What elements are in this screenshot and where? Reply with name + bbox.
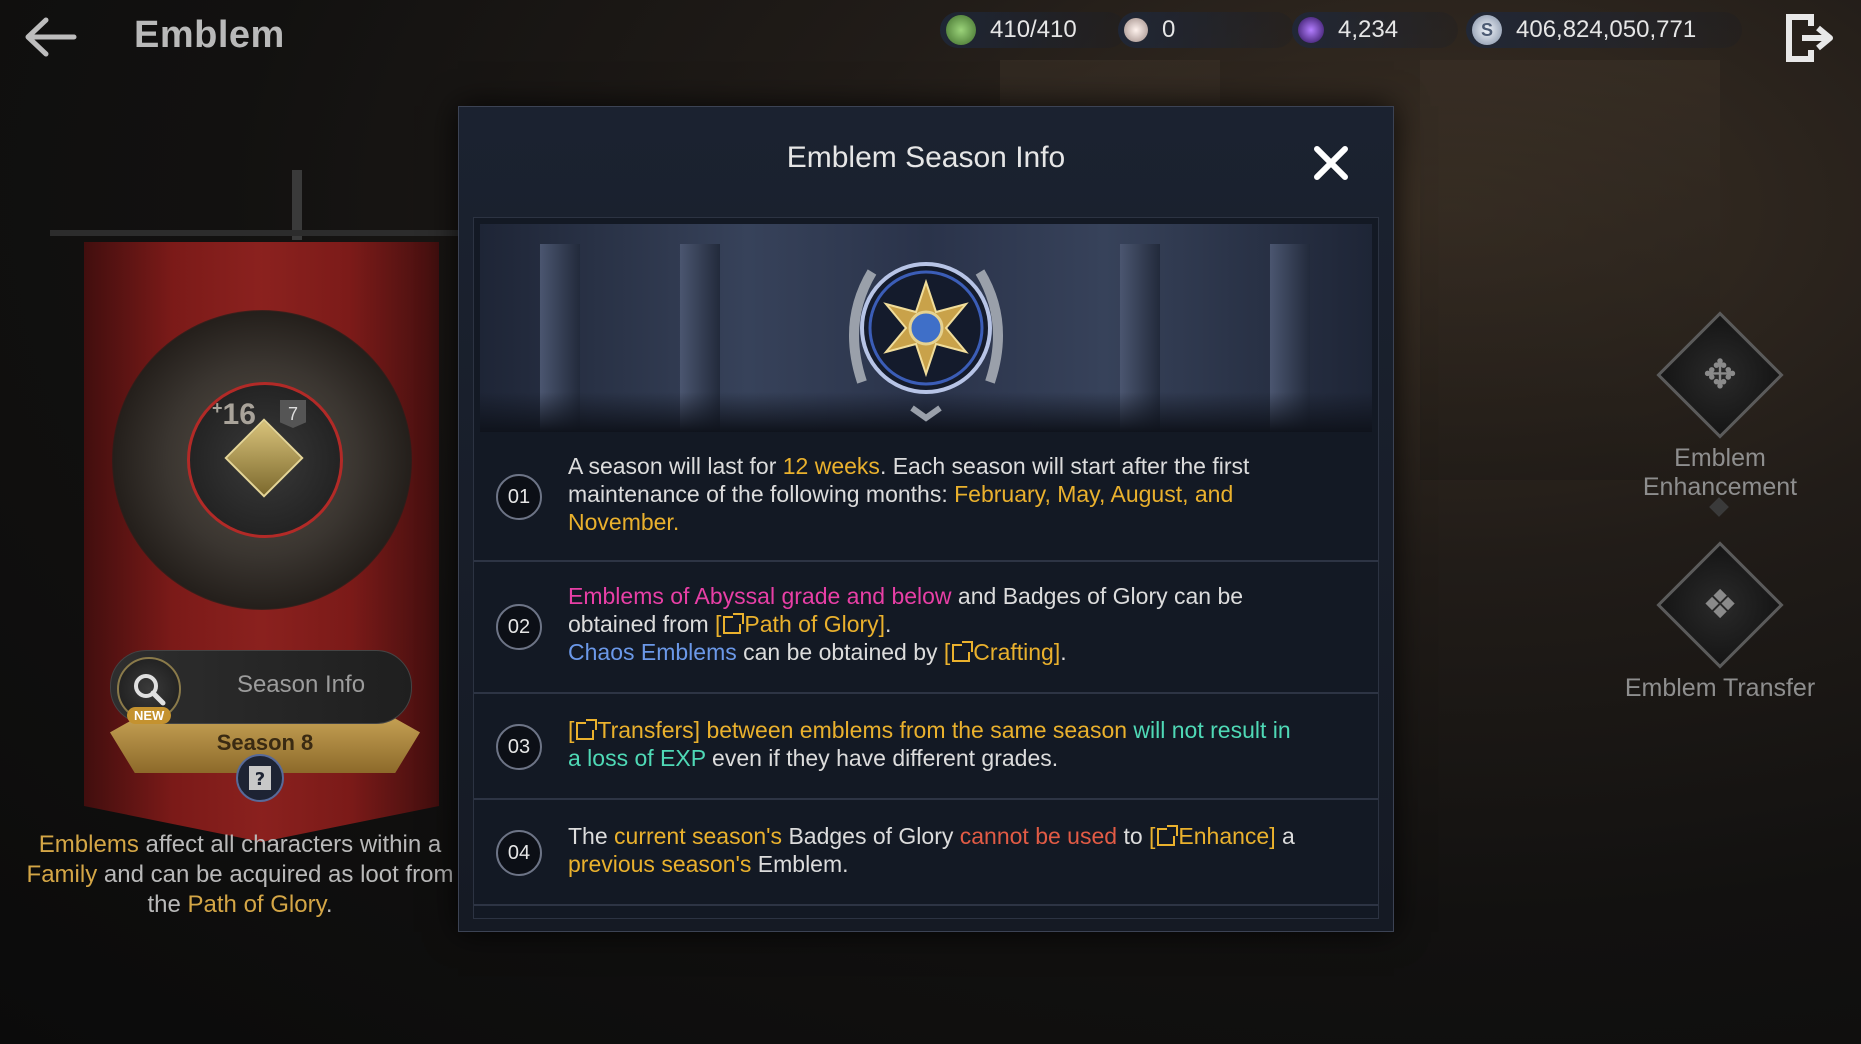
exit-button[interactable]	[1780, 10, 1836, 66]
dark-crystal-value: 4,234	[1338, 16, 1399, 43]
info-row-01: 01 A season will last for 12 weeks. Each…	[474, 432, 1378, 562]
close-button[interactable]	[1311, 143, 1351, 183]
row-text: The current season's Badges of Glory can…	[568, 823, 1295, 877]
row-number: 03	[496, 724, 542, 770]
row-number: 01	[496, 474, 542, 520]
silver-icon: S	[1472, 15, 1502, 45]
page-title: Emblem	[134, 14, 285, 56]
knot-icon: ✥	[1703, 353, 1737, 397]
emblem-description: Emblems affect all characters within a F…	[26, 831, 454, 918]
emblem-level: +16	[212, 398, 256, 431]
pearl-value: 0	[1162, 16, 1176, 43]
emblem-season-info-dialog: Emblem Season Info 01 A season will last…	[458, 106, 1394, 932]
crafting-link[interactable]: [Crafting]	[944, 639, 1060, 665]
arrow-left-icon	[25, 17, 77, 57]
season-info-label: Season Info	[236, 671, 366, 698]
transfers-link[interactable]: [Transfers] between emblems from the sam…	[568, 717, 1127, 743]
stamina-value: 410/410	[990, 16, 1077, 43]
currency-dark-crystal: 4,234	[1292, 12, 1458, 48]
external-link-icon	[723, 613, 745, 634]
season-label: Season 8	[216, 730, 314, 755]
dialog-content: 01 A season will last for 12 weeks. Each…	[473, 217, 1379, 919]
back-button[interactable]	[20, 12, 80, 62]
info-row-04: 04 The current season's Badges of Glory …	[474, 800, 1378, 906]
exit-door-icon	[1786, 14, 1833, 62]
top-bar: Emblem 410/410 0 4,234 S 406,824,050,771	[0, 0, 1861, 72]
stamina-icon	[946, 15, 976, 45]
external-link-icon	[576, 719, 598, 740]
svg-text:?: ?	[255, 769, 265, 790]
enhance-link[interactable]: [Enhance]	[1149, 823, 1276, 849]
banner-pole	[50, 230, 460, 236]
new-badge: NEW	[127, 707, 172, 724]
emblem-enhancement-button[interactable]: ✥ Emblem Enhancement	[1600, 311, 1840, 502]
currency-silver: S 406,824,050,771	[1466, 12, 1742, 48]
dark-crystal-icon	[1298, 17, 1324, 43]
close-x-icon	[1314, 146, 1348, 180]
info-list: 01 A season will last for 12 weeks. Each…	[474, 432, 1378, 906]
emblem-enhancement-label: Emblem Enhancement	[1642, 444, 1798, 501]
guide-book-icon[interactable]: ?	[236, 754, 284, 802]
emblem-transfer-button[interactable]: ❖ Emblem Transfer	[1600, 541, 1840, 703]
path-of-glory-link[interactable]: [Path of Glory]	[715, 611, 885, 637]
pearl-icon	[1124, 18, 1148, 42]
row-number: 02	[496, 604, 542, 650]
external-link-icon	[1157, 825, 1179, 846]
season-hero-image	[480, 224, 1372, 432]
row-text: A season will last for 12 weeks. Each se…	[568, 453, 1250, 535]
double-knot-icon: ❖	[1702, 583, 1738, 627]
currency-stamina: 410/410	[940, 12, 1126, 48]
season-info-button[interactable]: NEW Season Info	[110, 650, 412, 724]
emblem-transfer-label: Emblem Transfer	[1624, 674, 1816, 702]
transfer-diamond: ❖	[1656, 541, 1784, 669]
emblem-tier: 7	[280, 400, 306, 428]
row-number: 04	[496, 830, 542, 876]
info-row-03: 03 [Transfers] between emblems from the …	[474, 694, 1378, 800]
dialog-title: Emblem Season Info	[786, 141, 1066, 174]
row-text: Emblems of Abyssal grade and below and B…	[568, 583, 1244, 665]
enhancement-diamond: ✥	[1656, 311, 1784, 439]
currency-pearl: 0	[1118, 12, 1294, 48]
external-link-icon	[952, 641, 974, 662]
info-row-02: 02 Emblems of Abyssal grade and below an…	[474, 562, 1378, 694]
row-text: [Transfers] between emblems from the sam…	[568, 717, 1291, 771]
silver-value: 406,824,050,771	[1516, 16, 1697, 43]
season-emblem-icon	[849, 262, 1003, 422]
